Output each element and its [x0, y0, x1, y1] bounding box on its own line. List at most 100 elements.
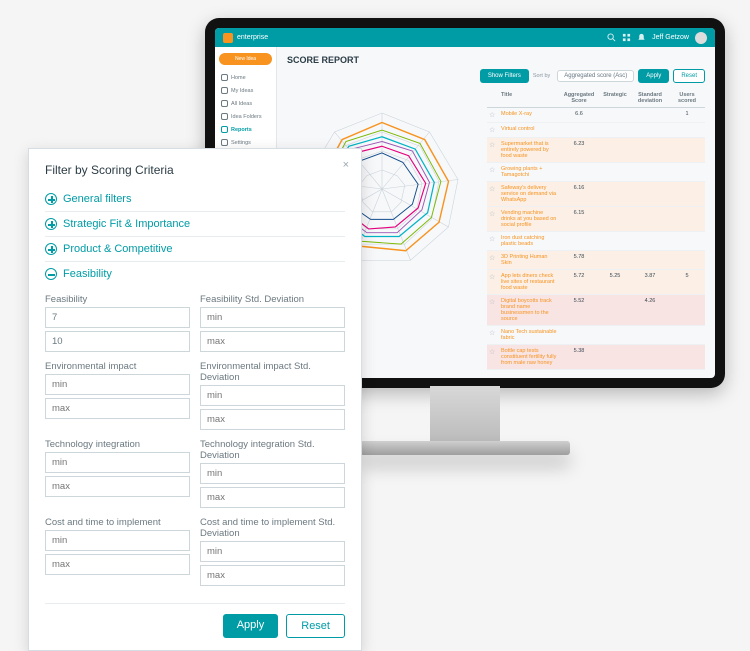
sidebar-item-home[interactable]: Home [219, 71, 272, 84]
search-icon[interactable] [607, 33, 616, 42]
env-max-input[interactable] [45, 398, 190, 419]
tech-dev-min-input[interactable] [200, 463, 345, 484]
table-row[interactable]: ☆Mobile X-ray6.61 [487, 108, 705, 123]
row-score: 5.78 [559, 251, 599, 269]
show-filters-button[interactable]: Show Filters [480, 69, 529, 83]
star-icon[interactable]: ☆ [489, 274, 495, 281]
star-icon[interactable]: ☆ [489, 167, 495, 174]
col-users[interactable]: Users scored [669, 89, 705, 107]
sidebar-item-label: Idea Folders [231, 114, 262, 120]
row-score: 6.6 [559, 108, 599, 122]
sort-select[interactable]: Aggregated score (Asc) [557, 70, 634, 82]
row-strategic [599, 123, 631, 137]
nav-icon [221, 126, 228, 133]
row-deviation [631, 182, 669, 206]
star-icon[interactable]: ☆ [489, 211, 495, 218]
table-row[interactable]: ☆Safeway's delivery service on demand vi… [487, 182, 705, 207]
row-deviation: 4.26 [631, 295, 669, 325]
tech-min-input[interactable] [45, 452, 190, 473]
star-icon[interactable]: ☆ [489, 255, 495, 262]
table-row[interactable]: ☆Virtual control [487, 123, 705, 138]
feasibility-dev-min-input[interactable] [200, 307, 345, 328]
cost-min-input[interactable] [45, 530, 190, 551]
nav-icon [221, 74, 228, 81]
section-product[interactable]: Product & Competitive [45, 236, 345, 261]
row-score [559, 163, 599, 181]
row-strategic [599, 295, 631, 325]
star-icon[interactable]: ☆ [489, 330, 495, 337]
sidebar-item-label: Settings [231, 140, 251, 146]
row-title: Iron dust catching plastic beads [499, 232, 559, 250]
sidebar-item-label: Home [231, 75, 246, 81]
env-dev-min-input[interactable] [200, 385, 345, 406]
row-deviation [631, 138, 669, 162]
col-title[interactable]: Title [499, 89, 559, 107]
new-idea-button[interactable]: New Idea [219, 53, 272, 65]
grid-icon[interactable] [622, 33, 631, 42]
brand[interactable]: enterprise [223, 33, 268, 43]
star-icon[interactable]: ☆ [489, 186, 495, 193]
row-users [669, 345, 705, 369]
env-dev-max-input[interactable] [200, 409, 345, 430]
modal-apply-button[interactable]: Apply [223, 614, 279, 638]
col-strategic[interactable]: Strategic [599, 89, 631, 107]
sidebar-item-all-ideas[interactable]: All Ideas [219, 97, 272, 110]
star-icon[interactable]: ☆ [489, 349, 495, 356]
col-deviation[interactable]: Standard deviation [631, 89, 669, 107]
table-row[interactable]: ☆Growing plants + Tamagotchi [487, 163, 705, 182]
section-general[interactable]: General filters [45, 187, 345, 211]
modal-reset-button[interactable]: Reset [286, 614, 345, 638]
row-users [669, 326, 705, 344]
star-icon[interactable]: ☆ [489, 142, 495, 149]
star-icon[interactable]: ☆ [489, 236, 495, 243]
star-icon[interactable]: ☆ [489, 299, 495, 306]
feasibility-max-input[interactable] [45, 331, 190, 352]
sidebar-item-reports[interactable]: Reports [219, 123, 272, 136]
table-row[interactable]: ☆Nano Tech sustainable fabric [487, 326, 705, 345]
col-score[interactable]: Aggregated Score [559, 89, 599, 107]
tech-max-input[interactable] [45, 476, 190, 497]
table-row[interactable]: ☆Vending machine drinks at you based on … [487, 207, 705, 232]
avatar[interactable] [695, 32, 707, 44]
bell-icon[interactable] [637, 33, 646, 42]
star-icon[interactable]: ☆ [489, 112, 495, 119]
table-row[interactable]: ☆ Iron dust catching plastic beads [487, 232, 705, 251]
cost-max-input[interactable] [45, 554, 190, 575]
cost-dev-max-input[interactable] [200, 565, 345, 586]
sidebar-item-idea-folders[interactable]: Idea Folders [219, 110, 272, 123]
tech-dev-max-input[interactable] [200, 487, 345, 508]
tech-dev-label: Technology integration Std. Deviation [200, 439, 345, 461]
table-row[interactable]: ☆App lets diners check live sites of res… [487, 270, 705, 295]
monitor-stand-neck [430, 386, 500, 441]
row-deviation: 3.87 [631, 270, 669, 294]
section-product-label: Product & Competitive [63, 243, 172, 255]
feasibility-dev-max-input[interactable] [200, 331, 345, 352]
brand-logo-icon [223, 33, 233, 43]
monitor-stand-base [360, 441, 570, 455]
cost-dev-min-input[interactable] [200, 541, 345, 562]
row-users [669, 232, 705, 250]
row-users [669, 182, 705, 206]
topbar: enterprise Jeff Getzow [215, 28, 715, 47]
row-score [559, 232, 599, 250]
table-row[interactable]: ☆Digital boycotts track brand name busin… [487, 295, 705, 326]
section-strategic[interactable]: Strategic Fit & Importance [45, 211, 345, 236]
row-strategic: 5.25 [599, 270, 631, 294]
toolbar-reset-button[interactable]: Reset [673, 69, 705, 83]
sidebar-item-my-ideas[interactable]: My Ideas [219, 84, 272, 97]
section-feasibility[interactable]: Feasibility [45, 261, 345, 286]
close-icon[interactable]: × [343, 159, 349, 171]
env-min-input[interactable] [45, 374, 190, 395]
row-users [669, 163, 705, 181]
table-row[interactable]: ☆Supermarket that is entirely powered by… [487, 138, 705, 163]
table-row[interactable]: ☆Bottle cap tests constituent fertility … [487, 345, 705, 370]
feasibility-min-input[interactable] [45, 307, 190, 328]
nav-icon [221, 87, 228, 94]
table-row[interactable]: ☆3D Printing Human Skin5.78 [487, 251, 705, 270]
row-score [559, 326, 599, 344]
user-name[interactable]: Jeff Getzow [652, 34, 689, 41]
feas-label: Feasibility [45, 294, 190, 305]
tech-label: Technology integration [45, 439, 190, 450]
star-icon[interactable]: ☆ [489, 127, 495, 134]
toolbar-apply-button[interactable]: Apply [638, 69, 669, 83]
